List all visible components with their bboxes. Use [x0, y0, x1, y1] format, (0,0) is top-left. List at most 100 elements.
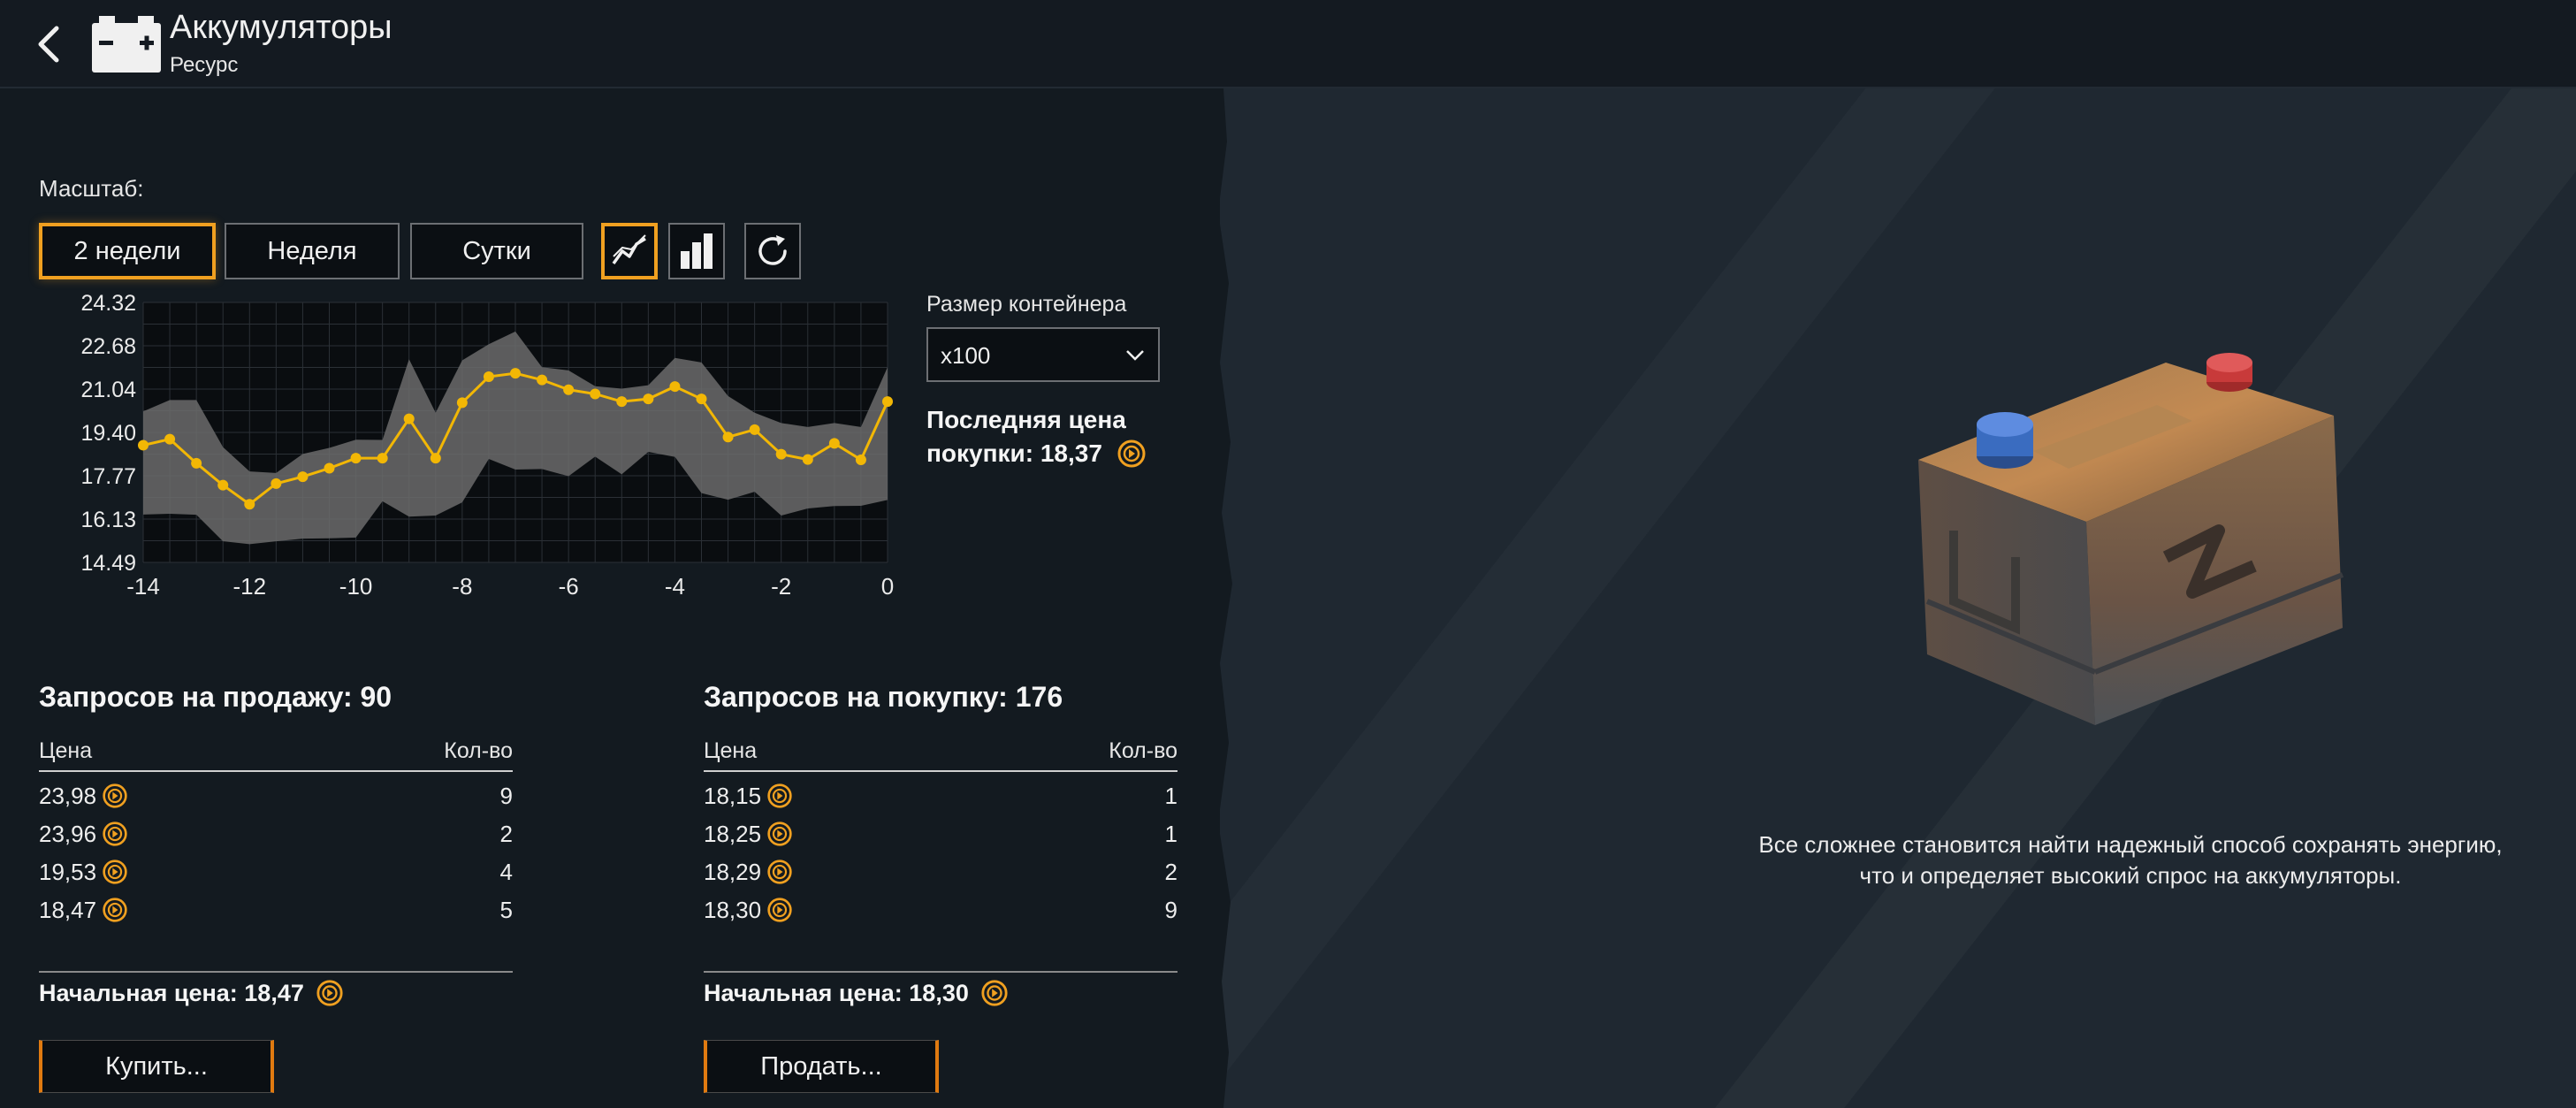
price-point	[324, 462, 335, 474]
coin-icon	[767, 898, 792, 922]
coin-icon	[767, 860, 792, 884]
order-qty: 1	[1164, 821, 1177, 847]
price-point	[722, 432, 734, 443]
order-price-value: 23,98	[39, 783, 97, 809]
refresh-button[interactable]	[744, 223, 801, 279]
x-tick-label: -4	[665, 573, 685, 600]
price-point	[217, 479, 229, 491]
price-point	[403, 413, 415, 424]
order-price: 19,53	[39, 859, 128, 886]
line-chart-toggle[interactable]	[601, 223, 658, 279]
coin-icon	[103, 821, 127, 846]
order-price-value: 23,96	[39, 821, 97, 847]
last-price-line1: Последняя цена	[926, 406, 1126, 433]
container-size-label: Размер контейнера	[926, 292, 1127, 317]
col-qty-label: Кол-во	[1109, 738, 1177, 763]
order-price-value: 19,53	[39, 859, 97, 885]
x-tick-label: -2	[771, 573, 791, 600]
sell-button[interactable]: Продать...	[704, 1040, 939, 1093]
order-qty: 2	[1164, 859, 1177, 885]
coin-icon	[103, 783, 127, 808]
y-tick-label: 22.68	[80, 334, 136, 359]
order-price-value: 18,29	[704, 859, 762, 885]
price-point	[537, 374, 548, 386]
y-tick-label: 14.49	[80, 551, 136, 576]
refresh-icon	[758, 235, 787, 265]
x-tick-label: -12	[232, 573, 266, 600]
coin-icon	[316, 980, 343, 1006]
order-price: 18,29	[704, 859, 793, 886]
price-history-chart: 24.3222.6821.0419.4017.7716.1314.49 -14 -…	[80, 292, 894, 600]
sell-start-price-text: Начальная цена: 18,47	[39, 980, 304, 1006]
x-axis-ticks: -14 -12 -10 -8 -6 -4 -2 0	[126, 573, 894, 600]
buy-order-row: 18,25 1	[704, 814, 1177, 852]
sell-rows: 23,98 9 23,96 2 19,53 4 18,47 5	[39, 776, 513, 928]
col-price-label: Цена	[39, 738, 93, 763]
item-preview-panel	[1220, 88, 2576, 1108]
page-title: Аккумуляторы	[170, 9, 392, 46]
back-button[interactable]	[32, 21, 67, 67]
container-size-select[interactable]: x100	[926, 327, 1160, 382]
price-point	[828, 438, 840, 449]
sell-orders: Запросов на продажу: 90 Цена Кол-во 23,9…	[39, 681, 513, 928]
price-point	[297, 471, 309, 483]
order-qty: 2	[499, 821, 513, 847]
order-qty: 4	[499, 859, 513, 885]
battery-image	[1918, 353, 2344, 725]
price-point	[669, 381, 681, 393]
price-point	[456, 397, 468, 409]
buy-order-row: 18,15 1	[704, 776, 1177, 814]
scale-week-button[interactable]: Неделя	[225, 223, 400, 279]
coin-icon	[1117, 439, 1146, 468]
price-point	[590, 388, 601, 400]
container-size-value: x100	[941, 342, 991, 369]
x-tick-label: -6	[559, 573, 579, 600]
order-price-value: 18,25	[704, 821, 762, 847]
order-price-value: 18,30	[704, 897, 762, 923]
price-point	[775, 448, 787, 460]
sell-start-price: Начальная цена: 18,47	[39, 980, 344, 1007]
price-point	[882, 396, 893, 408]
buy-orders: Запросов на покупку: 176 Цена Кол-во 18,…	[704, 681, 1177, 928]
battery-icon	[92, 16, 161, 73]
price-point	[271, 478, 282, 489]
order-price: 18,30	[704, 897, 793, 924]
sell-order-row: 19,53 4	[39, 852, 513, 890]
buy-button[interactable]: Купить...	[39, 1040, 274, 1093]
torn-edge-decoration	[1211, 88, 1232, 1108]
x-tick-label: -14	[126, 573, 160, 600]
buy-table-header: Цена Кол-во	[704, 738, 1177, 772]
buy-order-row: 18,30 9	[704, 890, 1177, 928]
description-line1: Все сложнее становится найти надежный сп…	[1758, 831, 2503, 858]
price-point	[696, 394, 707, 405]
price-point	[138, 439, 149, 451]
scale-day-button[interactable]: Сутки	[410, 223, 583, 279]
coin-icon	[103, 860, 127, 884]
y-axis-ticks: 24.32 22.68 21.04 19.40 17.77 16.13 14.49	[80, 292, 136, 576]
sell-divider	[39, 971, 513, 973]
sell-order-row: 23,96 2	[39, 814, 513, 852]
price-point	[164, 433, 176, 445]
price-point	[563, 384, 575, 395]
coin-icon	[981, 980, 1008, 1006]
sell-order-row: 23,98 9	[39, 776, 513, 814]
order-price: 23,98	[39, 783, 128, 810]
order-price-value: 18,15	[704, 783, 762, 809]
buy-start-price-text: Начальная цена: 18,30	[704, 980, 969, 1006]
price-point	[430, 453, 441, 464]
price-point	[749, 424, 760, 435]
price-point	[616, 396, 628, 408]
scale-2-weeks-button[interactable]: 2 недели	[39, 223, 216, 279]
price-point	[855, 454, 866, 465]
x-tick-label: -10	[339, 573, 373, 600]
order-qty: 9	[1164, 897, 1177, 923]
bar-chart-toggle[interactable]	[668, 223, 725, 279]
price-point	[350, 453, 362, 464]
x-tick-label: -8	[452, 573, 472, 600]
price-point	[244, 499, 255, 510]
scale-label: Масштаб:	[39, 175, 144, 202]
col-price-label: Цена	[704, 738, 758, 763]
price-point	[510, 368, 521, 379]
page-subtitle: Ресурс	[170, 53, 239, 77]
buy-order-row: 18,29 2	[704, 852, 1177, 890]
